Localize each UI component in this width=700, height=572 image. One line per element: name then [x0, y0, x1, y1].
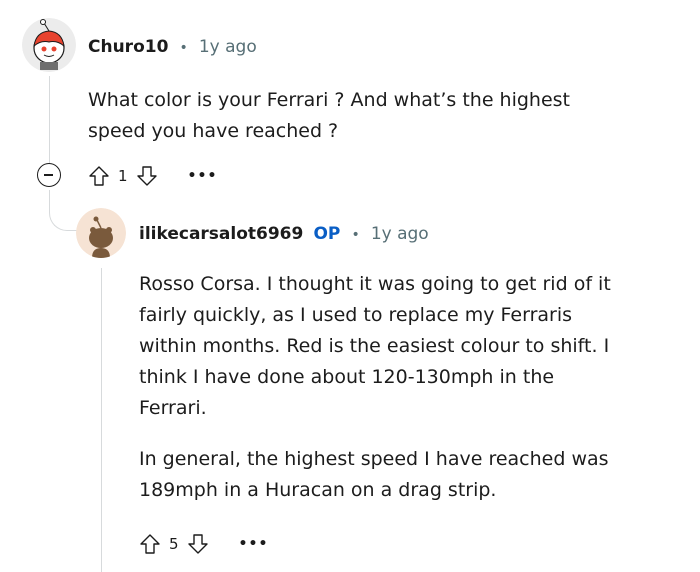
avatar[interactable] — [22, 18, 76, 72]
comment-text-line: Rosso Corsa. I thought it was going to g… — [139, 273, 611, 295]
thread-line — [101, 268, 102, 572]
collapse-button[interactable] — [37, 163, 61, 187]
comment-body: Rosso Corsa. I thought it was going to g… — [139, 269, 684, 506]
comment-text-line: speed you have reached ? — [88, 120, 339, 142]
separator: • — [179, 40, 188, 56]
comment-text-line: What color is your Ferrari ? And what’s … — [88, 89, 571, 111]
separator: • — [351, 227, 360, 243]
comment-text-line: within months. Red is the easiest colour… — [139, 335, 610, 357]
comment-text-line: 189mph in a Huracan on a drag strip. — [139, 479, 497, 501]
comment-header: ilikecarsalot6969 OP • 1y ago — [139, 224, 429, 244]
more-options-button[interactable]: ••• — [188, 168, 218, 184]
upvote-icon[interactable] — [139, 533, 161, 555]
snoo-avatar-red — [22, 18, 76, 72]
comment-text-line: think I have done about 120-130mph in th… — [139, 366, 555, 388]
comment-actions: 1 ••• — [88, 164, 217, 188]
comment-actions: 5 ••• — [139, 532, 268, 556]
downvote-icon[interactable] — [187, 533, 209, 555]
thread-line — [49, 76, 50, 164]
comment-author[interactable]: Churo10 — [88, 37, 168, 57]
vote-count: 5 — [169, 535, 179, 553]
op-badge: OP — [313, 224, 341, 244]
comment-header: Churo10 • 1y ago — [88, 37, 257, 57]
avatar[interactable] — [76, 208, 126, 258]
more-options-button[interactable]: ••• — [239, 536, 269, 552]
comment-text-line: In general, the highest speed I have rea… — [139, 448, 609, 470]
comment-author[interactable]: ilikecarsalot6969 — [139, 224, 303, 244]
thread-connector — [49, 190, 78, 231]
comment-age[interactable]: 1y ago — [199, 37, 257, 57]
downvote-icon[interactable] — [136, 165, 158, 187]
comment-text-line: fairly quickly, as I used to replace my … — [139, 304, 573, 326]
default-snoo-avatar-tan — [76, 208, 126, 258]
upvote-icon[interactable] — [88, 165, 110, 187]
comment-age[interactable]: 1y ago — [371, 224, 429, 244]
vote-count: 1 — [118, 167, 128, 185]
comment-text-line: Ferrari. — [139, 397, 207, 419]
comment-body: What color is your Ferrari ? And what’s … — [88, 85, 668, 147]
